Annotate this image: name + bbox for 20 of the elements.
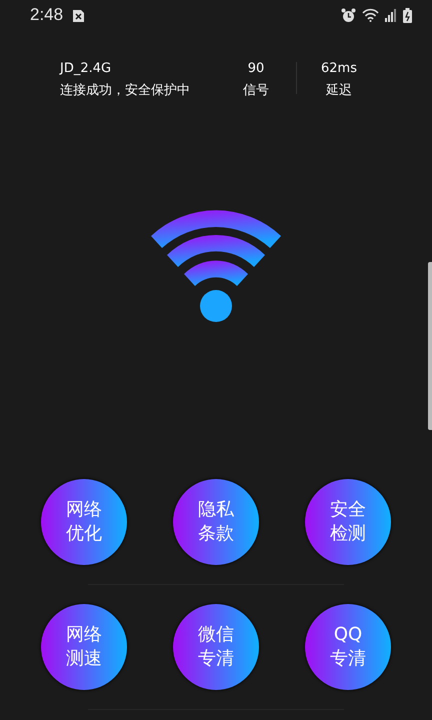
- wifi-status-icon: [362, 8, 379, 22]
- wifi-icon: [149, 210, 283, 324]
- signal-value: 90: [248, 60, 264, 78]
- scroll-handle[interactable]: [428, 262, 432, 430]
- action-button[interactable]: QQ 专清: [305, 604, 391, 690]
- signal-icon: [385, 8, 397, 22]
- network-name: JD_2.4G: [60, 60, 112, 78]
- battery-icon: [403, 8, 412, 22]
- action-button[interactable]: 安全 检测: [305, 479, 391, 565]
- notification-icon: [73, 8, 84, 22]
- alarm-icon: [341, 8, 356, 22]
- action-button[interactable]: 隐私 条款: [173, 479, 259, 565]
- status-time: 2:48: [30, 5, 64, 25]
- action-button[interactable]: 网络 优化: [41, 479, 127, 565]
- action-button[interactable]: 微信 专清: [173, 604, 259, 690]
- latency-label: 延迟: [326, 82, 352, 100]
- action-button[interactable]: 网络 测速: [41, 604, 127, 690]
- signal-label: 信号: [243, 82, 269, 100]
- latency-value: 62ms: [321, 60, 357, 78]
- connection-status: 连接成功，安全保护中: [60, 82, 191, 100]
